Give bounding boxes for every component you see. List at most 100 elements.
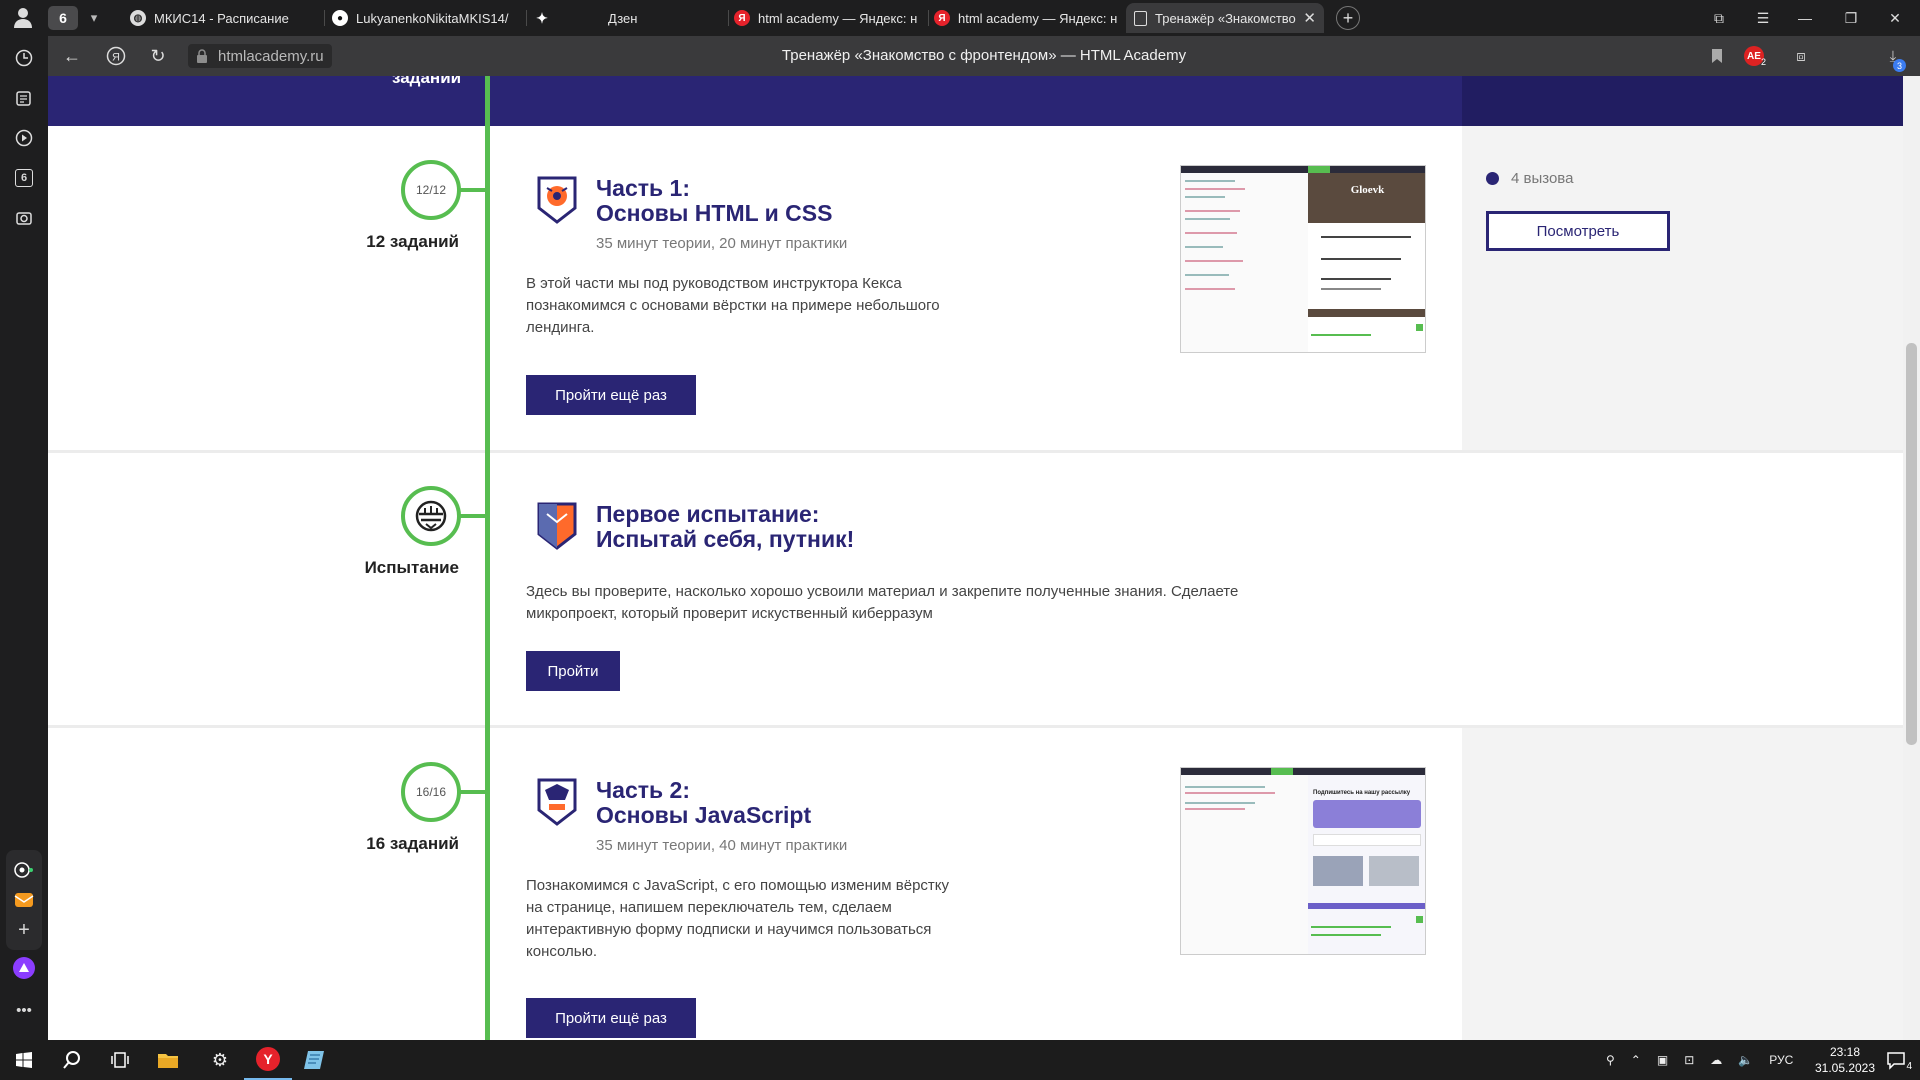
tab-htmlacademy-active[interactable]: Тренажёр «Знакомство ✕ xyxy=(1126,3,1324,33)
yandex-home-icon[interactable]: Я xyxy=(104,44,128,68)
restart-part-2-button[interactable]: Пройти ещё раз xyxy=(526,998,696,1038)
close-icon[interactable]: ✕ xyxy=(1297,9,1316,27)
svg-text:Y: Y xyxy=(263,1051,273,1067)
right-column-part-2 xyxy=(1462,726,1903,1040)
downloads-icon[interactable]: ⤓ 3 xyxy=(1880,44,1906,72)
tab-dzen[interactable]: ✦ Дзен xyxy=(534,3,724,33)
network-icon[interactable]: ⊡ xyxy=(1684,1053,1694,1067)
bookmark-icon[interactable] xyxy=(1704,44,1730,68)
window-close-icon[interactable]: ✕ xyxy=(1880,6,1910,30)
header-tasks-label: заданий xyxy=(392,76,462,87)
timeline-connector xyxy=(460,188,486,192)
section-title: Часть 2: Основы JavaScript xyxy=(596,778,811,828)
tabs-panel-icon[interactable]: ⧉ xyxy=(1704,6,1734,30)
more-icon[interactable]: ••• xyxy=(12,998,36,1022)
part-2-preview-thumbnail[interactable]: Подпишитесь на нашу рассылку xyxy=(1180,767,1426,955)
section-title-line2: Основы HTML и CSS xyxy=(596,200,833,226)
progress-node: 12/12 xyxy=(401,160,461,220)
tab-count-button[interactable]: 6 xyxy=(48,6,78,30)
tab-label: html academy — Яндекс: н xyxy=(958,10,1118,26)
yandex-browser-icon[interactable]: Y xyxy=(244,1040,292,1080)
tray-device-icon[interactable]: ▣ xyxy=(1657,1053,1668,1067)
volume-icon[interactable]: 🔈 xyxy=(1738,1053,1753,1067)
thumbnail-heading: Gloevk xyxy=(1350,184,1385,196)
section-description: В этой части мы под руководством инструк… xyxy=(526,275,940,336)
section-title-line2: Основы JavaScript xyxy=(596,802,812,828)
windows-start-icon[interactable] xyxy=(0,1040,48,1080)
collections-icon[interactable] xyxy=(12,86,36,110)
section-title-line1: Первое испытание: xyxy=(596,501,820,527)
section-title: Часть 1: Основы HTML и CSS xyxy=(596,176,832,226)
tab-label: Тренажёр «Знакомство xyxy=(1155,10,1296,26)
cyber-mind-icon xyxy=(415,500,447,532)
github-icon: ● xyxy=(332,10,348,26)
search-icon[interactable] xyxy=(48,1040,96,1080)
svg-text:Я: Я xyxy=(112,52,120,64)
messenger-icon[interactable] xyxy=(12,858,36,882)
menu-icon[interactable]: ☰ xyxy=(1748,6,1778,30)
challenges-count: 4 вызова xyxy=(1511,170,1574,187)
challenge-node xyxy=(401,486,461,546)
tab-count-sidebar-icon[interactable]: 6 xyxy=(12,166,36,190)
downloads-badge: 3 xyxy=(1893,59,1906,72)
reload-icon[interactable]: ↻ xyxy=(146,44,170,68)
thumbnail-heading: Подпишитесь на нашу рассылку xyxy=(1313,790,1411,796)
section-divider xyxy=(48,450,1903,453)
timeline-connector xyxy=(460,790,486,794)
notifications-count: 4 xyxy=(1906,1061,1912,1072)
file-explorer-icon[interactable] xyxy=(144,1040,192,1080)
restart-part-1-button[interactable]: Пройти ещё раз xyxy=(526,375,696,415)
onedrive-icon[interactable]: ☁ xyxy=(1710,1053,1722,1067)
tab-github[interactable]: ● LukyanenkoNikitaMKIS14/ xyxy=(332,3,522,33)
clock-date: 31.05.2023 xyxy=(1814,1061,1876,1075)
new-tab-button[interactable]: + xyxy=(1336,6,1360,30)
section-task-count: 12 заданий xyxy=(366,232,459,251)
add-panel-icon[interactable]: + xyxy=(12,918,36,942)
restore-icon[interactable]: ❐ xyxy=(1836,6,1866,30)
play-icon[interactable] xyxy=(12,126,36,150)
yandex-icon: Я xyxy=(934,10,950,26)
fox-badge-icon xyxy=(535,500,579,552)
browser-sidebar: 6 + ••• xyxy=(0,36,48,1040)
tab-label: html academy — Яндекс: н xyxy=(758,10,918,26)
clock[interactable]: 23:18 31.05.2023 xyxy=(1812,1044,1878,1076)
history-icon[interactable] xyxy=(12,46,36,70)
tray-chevron-up-icon[interactable]: ⌃ xyxy=(1631,1053,1641,1067)
section-title: Первое испытание: Испытай себя, путник! xyxy=(596,502,854,552)
browser-tab-strip: 6 ▾ ◍ МКИС14 - Расписание ● LukyanenkoNi… xyxy=(0,0,1920,36)
settings-gear-icon[interactable]: ⚙ xyxy=(196,1040,244,1080)
section-description: Познакомимся с JavaScript, с его помощью… xyxy=(526,877,950,960)
people-icon[interactable]: ⚲ xyxy=(1606,1053,1615,1067)
challenges-dot-icon xyxy=(1486,172,1499,185)
alice-icon[interactable] xyxy=(12,956,36,980)
tab-schedule[interactable]: ◍ МКИС14 - Расписание xyxy=(130,3,320,33)
challenges-info: 4 вызова xyxy=(1486,170,1573,187)
language-indicator[interactable]: РУС xyxy=(1769,1053,1793,1067)
notifications-icon[interactable]: 4 xyxy=(1872,1040,1920,1080)
view-challenges-button[interactable]: Посмотреть xyxy=(1486,211,1670,251)
chevron-down-icon[interactable]: ▾ xyxy=(82,6,106,30)
translate-icon[interactable]: ⧈ xyxy=(1788,44,1814,68)
start-challenge-button[interactable]: Пройти xyxy=(526,651,620,691)
tab-yandex-1[interactable]: Я html academy — Яндекс: н xyxy=(734,3,924,33)
magician-badge-icon xyxy=(535,776,579,828)
mail-icon[interactable] xyxy=(12,888,36,912)
lock-icon xyxy=(197,49,207,63)
section-title-line2: Испытай себя, путник! xyxy=(596,526,855,552)
extension-ae-icon[interactable]: AE 2 xyxy=(1742,44,1768,68)
page-scrollbar-thumb[interactable] xyxy=(1906,343,1917,745)
minimize-icon[interactable]: — xyxy=(1790,6,1820,30)
tab-yandex-2[interactable]: Я html academy — Яндекс: н xyxy=(934,3,1124,33)
part-1-preview-thumbnail[interactable]: Gloevk xyxy=(1180,165,1426,353)
notes-app-icon[interactable] xyxy=(292,1040,340,1080)
system-tray: ⚲ ⌃ ▣ ⊡ ☁ 🔈 РУС xyxy=(1606,1040,1793,1080)
timeline-connector xyxy=(460,514,486,518)
task-view-icon[interactable] xyxy=(96,1040,144,1080)
address-bar: ← Я ↻ htmlacademy.ru Тренажёр «Знакомств… xyxy=(48,36,1920,76)
url-field[interactable]: htmlacademy.ru xyxy=(188,44,332,68)
profile-icon[interactable] xyxy=(12,6,34,30)
url-text: htmlacademy.ru xyxy=(218,47,324,65)
header-strip-right xyxy=(1462,76,1903,126)
back-arrow-icon[interactable]: ← xyxy=(60,44,84,68)
screenshot-icon[interactable] xyxy=(12,206,36,230)
